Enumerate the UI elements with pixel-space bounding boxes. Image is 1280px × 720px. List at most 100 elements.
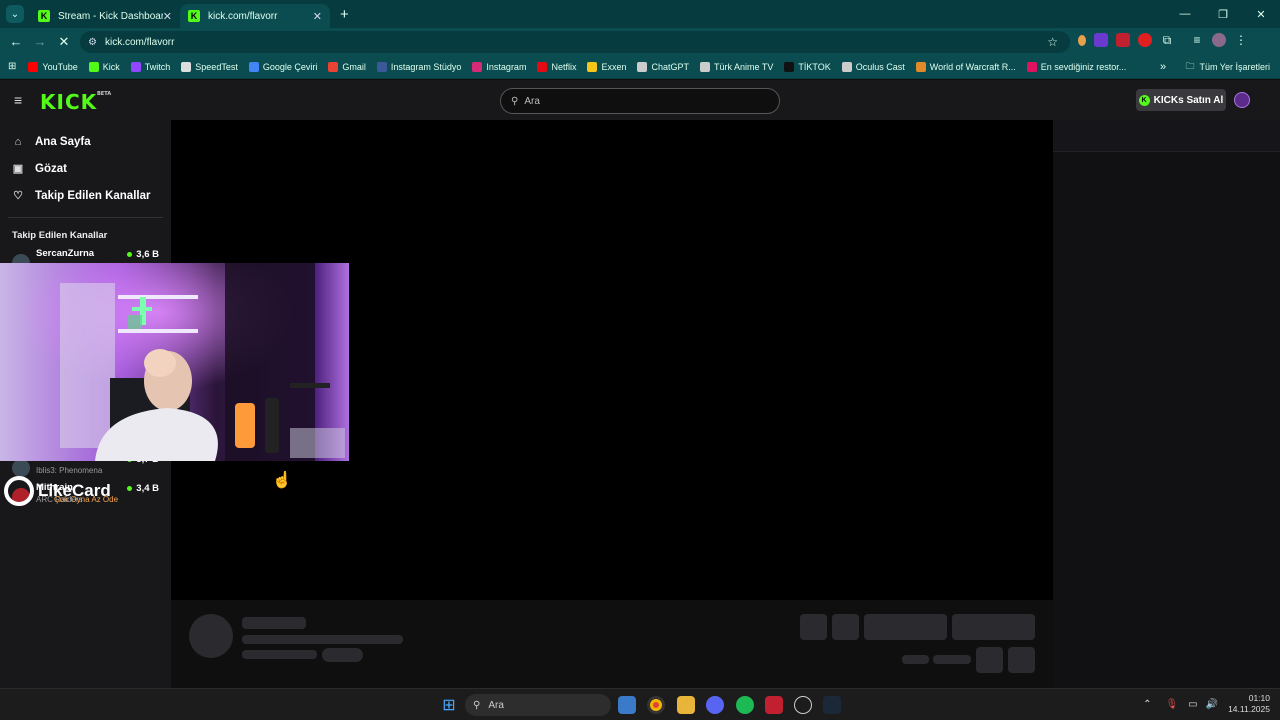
tab-close-icon[interactable]: ✕ [313,10,322,23]
buy-kicks-button[interactable]: K KICKs Satın Al [1136,89,1226,111]
menu-icon[interactable]: ≡ [14,93,28,107]
microphone-icon[interactable]: 🎙 [1165,699,1178,710]
site-info-icon[interactable]: ⚙ [88,37,97,48]
extension-icon[interactable] [1078,34,1086,46]
clock-time: 01:10 [1248,693,1270,703]
chat-panel [1053,120,1280,688]
bookmark-item[interactable]: ChatGPT [637,61,689,72]
file-explorer-icon[interactable] [677,696,695,714]
skeleton-line [242,650,317,659]
nav-home[interactable]: ⌂ Ana Sayfa [0,128,171,155]
home-icon: ⌂ [14,135,22,148]
chrome-icon[interactable] [647,696,665,714]
hand-cursor-icon: ☝ [272,472,292,489]
bookmark-favicon-icon [328,61,339,72]
stop-loading-icon[interactable]: ✕ [52,34,76,50]
chevron-up-icon[interactable]: ⌃ [1143,699,1151,710]
bookmark-favicon-icon [841,61,852,72]
bookmark-item[interactable]: World of Warcraft R... [915,61,1016,72]
bookmark-item[interactable]: Instagram Stüdyo [376,61,462,72]
tab-close-icon[interactable]: ✕ [163,10,172,23]
kick-logo[interactable]: KICK BETA [40,90,111,114]
bookmark-item[interactable]: Oculus Cast [841,61,905,72]
skeleton-button [864,614,947,640]
bookmark-label: Oculus Cast [855,61,905,72]
channel-name: SercanZurna [36,248,95,259]
tab-search-button[interactable]: ⌄ [6,5,24,23]
new-tab-button[interactable]: + [340,6,349,23]
nav-following[interactable]: ♡ Takip Edilen Kanallar [0,182,171,209]
browser-menu-icon[interactable]: ⋮ [1234,33,1248,47]
bookmark-item[interactable]: Twitch [130,61,170,72]
bookmark-favicon-icon [784,61,795,72]
kick-header: ≡ KICK BETA ⚲ Ara K KICKs Satın Al [0,80,1280,120]
close-window-icon[interactable]: ✕ [1242,0,1280,28]
address-bar[interactable]: ⚙ kick.com/flavorr ☆ [80,31,1070,53]
bookmark-item[interactable]: Türk Anime TV [700,61,774,72]
extension-icon[interactable] [1094,33,1108,47]
bookmark-item[interactable]: Gmail [328,61,366,72]
taskbar-search-input[interactable]: ⚲ Ara [465,694,611,716]
user-avatar[interactable] [1234,92,1250,108]
all-bookmarks-folder[interactable]: 🗀 Tüm Yer İşaretleri [1185,59,1270,75]
nav-label: Ana Sayfa [35,135,91,148]
bookmark-item[interactable]: Netflix [537,61,576,72]
bookmark-item[interactable]: Kick [88,61,120,72]
nav-label: Gözat [35,162,67,175]
bookmark-item[interactable]: Google Çeviri [248,61,317,72]
extensions-puzzle-icon[interactable]: ⧉ [1160,33,1174,47]
search-input[interactable]: ⚲ Ara [500,88,780,114]
back-icon[interactable]: ← [4,34,28,49]
bookmark-item[interactable]: Exxen [587,61,626,72]
steam-icon[interactable] [823,696,841,714]
likecard-ad-overlay: LikeCard Çok Oyna Az Öde [4,474,118,508]
sidebar-divider [8,217,163,218]
browser-toolbar: ← → ✕ ⚙ kick.com/flavorr ☆ ⧉ ≡ ⋮ [0,28,1280,55]
search-icon: ⚲ [473,699,481,711]
skeleton-button [832,614,859,640]
skeleton-button [1008,647,1035,673]
bookmark-label: Türk Anime TV [714,61,774,72]
app-icon[interactable] [765,696,783,714]
discord-icon[interactable] [706,696,724,714]
bookmark-label: ChatGPT [651,61,689,72]
bookmark-label: SpeedTest [195,61,238,72]
volume-icon[interactable]: 🔊 [1206,699,1218,710]
network-icon[interactable]: ▭ [1188,699,1197,710]
clock[interactable]: 01:10 14.11.2025 [1228,693,1270,715]
bookmark-item[interactable]: YouTube [28,61,78,72]
profile-avatar-icon[interactable] [1212,33,1226,47]
kick-favicon: K [38,10,50,22]
tab-kick-dashboard[interactable]: K Stream - Kick Dashboard ✕ [30,4,180,28]
skeleton-tag [322,648,363,662]
tab-kick-flavorr[interactable]: K kick.com/flavorr ✕ [180,4,330,28]
bookmark-item[interactable]: Instagram [472,61,526,72]
extension-icon[interactable] [1138,33,1152,47]
url-text: kick.com/flavorr [104,36,175,48]
nav-browse[interactable]: ▣ Gözat [0,155,171,182]
forward-icon[interactable]: → [28,34,52,49]
extension-icon[interactable] [1116,33,1130,47]
system-tray: ⌃ 🎙 ▭ 🔊 01:10 14.11.2025 [1143,693,1270,715]
minimize-icon[interactable]: — [1166,0,1204,28]
skeleton-button [800,614,827,640]
photos-app-icon[interactable] [618,696,636,714]
spotify-icon[interactable] [736,696,754,714]
bookmark-item[interactable]: TİKTOK [784,61,831,72]
buy-kicks-label: KICKs Satın Al [1153,94,1224,106]
bookmark-label: Instagram Stüdyo [390,61,462,72]
bookmarks-overflow-button[interactable]: » [1160,61,1166,73]
skeleton-button [976,647,1003,673]
kick-favicon: K [188,10,200,22]
apps-grid-icon[interactable]: ⊞ [8,61,16,72]
bookmark-item[interactable]: SpeedTest [181,61,238,72]
bookmark-favicon-icon [130,61,141,72]
app-icon[interactable] [794,696,812,714]
start-icon[interactable]: ⊞ [440,696,458,714]
nav-label: Takip Edilen Kanallar [35,189,151,202]
media-controls-icon[interactable]: ≡ [1190,33,1204,47]
bookmark-item[interactable]: En sevdiğiniz restor... [1026,61,1126,72]
restore-icon[interactable]: ❐ [1204,0,1242,28]
bookmark-favicon-icon [1026,61,1037,72]
bookmark-star-icon[interactable]: ☆ [1047,35,1058,49]
